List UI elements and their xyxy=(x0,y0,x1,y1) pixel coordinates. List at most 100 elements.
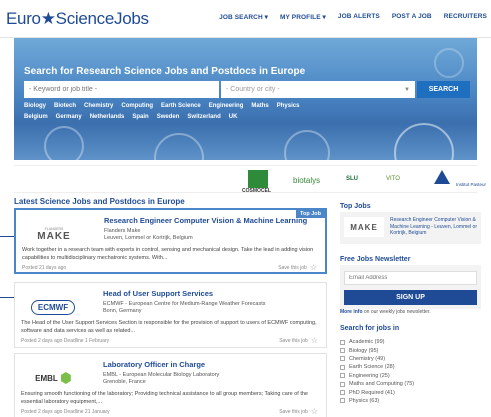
flanders-make-logo: FLANDERS MAKE xyxy=(26,220,82,248)
save-job-button[interactable]: Save this job ☆ xyxy=(278,263,317,272)
top-job-card[interactable]: MAKE Research Engineer Computer Vision &… xyxy=(340,212,481,244)
sponsor-triangle-logo-icon[interactable] xyxy=(434,170,450,184)
country-link-germany[interactable]: Germany xyxy=(56,114,82,120)
country-city-placeholder: - Country or city - xyxy=(226,86,280,93)
country-links: Belgium Germany Netherlands Spain Sweden… xyxy=(24,114,237,120)
country-city-select[interactable]: - Country or city - ▼ xyxy=(221,81,415,98)
sponsor-cosmocel[interactable]: COSMOCEL xyxy=(242,188,271,194)
job-card[interactable]: EMBL Laboratory Officer in Charge EMBL -… xyxy=(14,353,327,417)
sponsor-biotalys[interactable]: biotalys xyxy=(293,176,320,185)
search-button[interactable]: SEARCH xyxy=(417,81,470,98)
job-location: Grenoble, France xyxy=(103,379,146,385)
job-description: The Head of the User Support Services Se… xyxy=(21,320,317,334)
checkbox[interactable] xyxy=(340,373,345,379)
top-job-logo: MAKE xyxy=(344,217,384,237)
checkbox[interactable] xyxy=(340,356,345,362)
country-link-netherlands[interactable]: Netherlands xyxy=(90,114,125,120)
sponsor-logos-strip: COSMOCEL biotalys SLU VITO Institut Past… xyxy=(14,165,486,194)
sign-up-button[interactable]: SIGN UP xyxy=(344,290,477,305)
checkbox[interactable] xyxy=(340,348,345,354)
email-field[interactable] xyxy=(344,271,477,285)
discipline-link-chemistry[interactable]: Chemistry xyxy=(84,103,113,109)
checkbox[interactable] xyxy=(340,381,345,387)
save-job-label: Save this job xyxy=(278,264,307,271)
category-label: Physics (63) xyxy=(349,397,380,404)
search-jobs-in-heading: Search for jobs in xyxy=(340,325,400,332)
country-link-spain[interactable]: Spain xyxy=(132,114,148,120)
country-link-sweden[interactable]: Sweden xyxy=(157,114,180,120)
job-posted-meta: Posted 21 days ago xyxy=(22,265,67,271)
job-card[interactable]: ECMWF Head of User Support Services ECMW… xyxy=(14,282,327,348)
discipline-link-maths[interactable]: Maths xyxy=(251,103,268,109)
job-title-link[interactable]: Head of User Support Services xyxy=(103,289,213,298)
ecmwf-logo: ECMWF xyxy=(25,293,81,321)
category-filter-earth-science[interactable]: Earth Science (28) xyxy=(340,363,481,371)
star-icon: ☆ xyxy=(310,407,318,416)
category-filter-biology[interactable]: Biology (95) xyxy=(340,346,481,354)
save-job-button[interactable]: Save this job ☆ xyxy=(279,407,318,416)
checkbox[interactable] xyxy=(340,390,345,396)
job-title-link[interactable]: Research Engineer Computer Vision & Mach… xyxy=(104,216,307,225)
decorative-divider xyxy=(0,297,14,298)
nav-job-search[interactable]: JOB SEARCH ▾ xyxy=(219,13,268,21)
cosmocel-logo-icon[interactable] xyxy=(248,170,268,188)
chevron-down-icon: ▼ xyxy=(404,86,410,93)
sponsor-slu[interactable]: SLU xyxy=(346,176,358,182)
discipline-link-biology[interactable]: Biology xyxy=(24,103,46,109)
nav-my-profile[interactable]: MY PROFILE ▾ xyxy=(280,13,326,21)
discipline-links: Biology Biotech Chemistry Computing Eart… xyxy=(24,103,299,109)
job-posted-meta: Posted 2 days ago Deadline 21 January xyxy=(21,409,110,415)
checkbox[interactable] xyxy=(340,364,345,370)
nav-post-a-job[interactable]: POST A JOB xyxy=(392,13,432,21)
category-filter-maths-computing[interactable]: Maths and Computing (75) xyxy=(340,380,481,388)
logo-text: EMBL xyxy=(35,373,58,383)
more-info-link[interactable]: More info xyxy=(340,309,363,315)
checkbox[interactable] xyxy=(340,339,345,345)
category-label: Earth Science (28) xyxy=(349,364,395,371)
more-info-text: on our weekly jobs newsletter. xyxy=(362,309,431,315)
newsletter-box: SIGN UP xyxy=(340,265,481,309)
nav-recruiters[interactable]: RECRUITERS xyxy=(444,13,487,21)
newsletter-heading: Free Jobs Newsletter xyxy=(340,256,411,263)
category-filter-academic[interactable]: Academic (99) xyxy=(340,338,481,346)
job-organization: Flanders Make xyxy=(104,228,141,234)
hero-search-banner: Search for Research Science Jobs and Pos… xyxy=(14,38,477,160)
category-label: PhD Required (41) xyxy=(349,389,395,396)
job-title-link[interactable]: Laboratory Officer in Charge xyxy=(103,360,205,369)
category-filter-chemistry[interactable]: Chemistry (49) xyxy=(340,355,481,363)
category-filter-physics[interactable]: Physics (63) xyxy=(340,397,481,405)
job-card[interactable]: Top Job FLANDERS MAKE Research Engineer … xyxy=(14,208,327,274)
decorative-flask-icon xyxy=(394,123,454,160)
sponsor-vito[interactable]: VITO xyxy=(386,176,400,182)
category-label: Engineering (25) xyxy=(349,372,390,379)
job-posted-meta: Posted 2 days ago Deadline 1 February xyxy=(21,338,110,344)
job-location: Bonn, Germany xyxy=(103,308,142,314)
keyword-search-input[interactable] xyxy=(24,81,219,98)
latest-jobs-heading: Latest Science Jobs and Postdocs in Euro… xyxy=(14,197,185,206)
discipline-link-physics[interactable]: Physics xyxy=(277,103,300,109)
decorative-molecule-icon xyxy=(434,48,464,78)
top-job-link[interactable]: Research Engineer Computer Vision & Mach… xyxy=(390,217,478,237)
category-filter-engineering[interactable]: Engineering (25) xyxy=(340,372,481,380)
site-logo[interactable]: Euro★ScienceJobs xyxy=(6,9,149,29)
logo-text: ECMWF xyxy=(30,299,76,315)
discipline-link-biotech[interactable]: Biotech xyxy=(54,103,76,109)
category-label: Academic (99) xyxy=(349,339,385,346)
country-link-uk[interactable]: UK xyxy=(229,114,238,120)
nav-job-alerts[interactable]: JOB ALERTS xyxy=(338,13,380,21)
country-link-switzerland[interactable]: Switzerland xyxy=(187,114,220,120)
discipline-link-computing[interactable]: Computing xyxy=(121,103,153,109)
country-link-belgium[interactable]: Belgium xyxy=(24,114,48,120)
category-filter-phd-required[interactable]: PhD Required (41) xyxy=(340,388,481,396)
discipline-link-earth-science[interactable]: Earth Science xyxy=(161,103,201,109)
job-description: Ensuring smooth functioning of the labor… xyxy=(21,391,308,405)
checkbox[interactable] xyxy=(340,398,345,404)
save-job-button[interactable]: Save this job ☆ xyxy=(279,336,318,345)
job-location: Leuven, Lommel or Kortrijk, Belgium xyxy=(104,235,193,241)
decorative-flask-icon xyxy=(44,126,84,160)
category-label: Maths and Computing (75) xyxy=(349,381,415,388)
job-organization: EMBL - European Molecular Biology Labora… xyxy=(103,372,220,378)
save-job-label: Save this job xyxy=(279,337,308,344)
sponsor-institut-pasteur[interactable]: Institut Pasteur xyxy=(456,182,486,187)
discipline-link-engineering[interactable]: Engineering xyxy=(209,103,244,109)
